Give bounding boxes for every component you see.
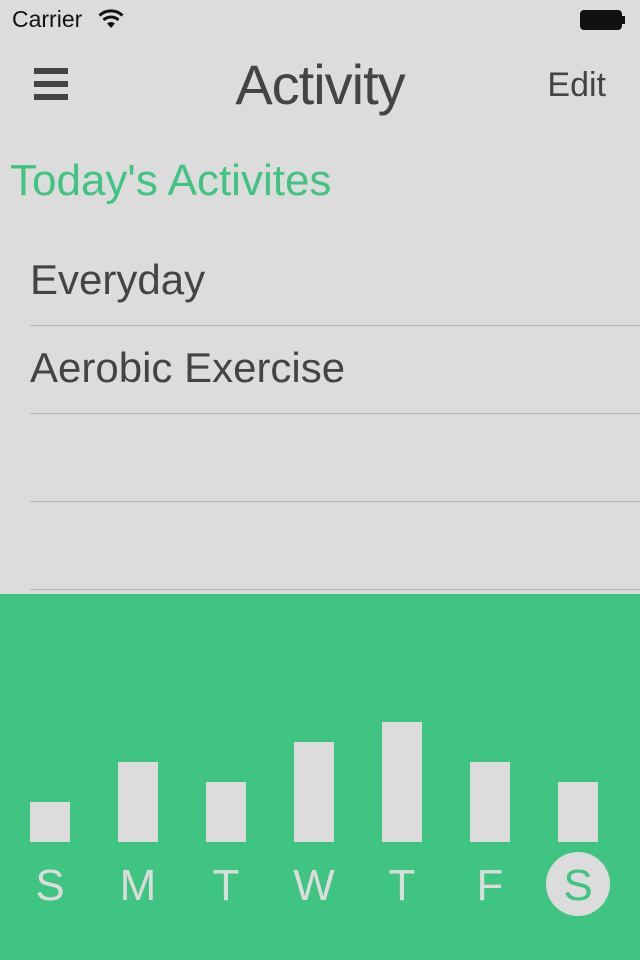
edit-button[interactable]: Edit: [547, 66, 606, 105]
day-label-0[interactable]: S: [35, 861, 64, 910]
day-label-2[interactable]: T: [213, 861, 240, 910]
day-label-3[interactable]: W: [293, 861, 335, 910]
day-label-1[interactable]: M: [120, 861, 157, 910]
activity-row-empty[interactable]: [0, 414, 640, 502]
activity-label: Everyday: [30, 256, 206, 303]
status-bar: Carrier: [0, 0, 640, 40]
section-heading: Today's Activites: [10, 156, 332, 205]
chart-bar-6: [558, 782, 598, 842]
activity-label: Aerobic Exercise: [30, 344, 346, 391]
day-label-6[interactable]: S: [563, 861, 592, 910]
chart-bar-5: [470, 762, 510, 842]
battery-icon: [580, 10, 625, 30]
chart-bar-0: [30, 802, 70, 842]
activity-row-aerobic-exercise[interactable]: Aerobic Exercise: [0, 326, 640, 414]
day-label-5[interactable]: F: [477, 861, 504, 910]
navigation-bar: Activity Edit: [0, 40, 640, 132]
activity-list: Everyday Aerobic Exercise: [0, 238, 640, 590]
chart-bar-2: [206, 782, 246, 842]
day-label-4[interactable]: T: [389, 861, 416, 910]
activity-row-empty[interactable]: [0, 502, 640, 590]
activity-row-everyday[interactable]: Everyday: [0, 238, 640, 326]
weekly-activity-chart: SMTWTFS: [30, 722, 610, 916]
carrier-label: Carrier: [12, 6, 83, 32]
wifi-icon: [98, 9, 124, 28]
row-divider: [30, 589, 640, 590]
weekly-activity-chart-panel: SMTWTFS: [0, 594, 640, 960]
page-title: Activity: [235, 53, 405, 116]
chart-bar-4: [382, 722, 422, 842]
chart-bar-1: [118, 762, 158, 842]
chart-bar-3: [294, 742, 334, 842]
